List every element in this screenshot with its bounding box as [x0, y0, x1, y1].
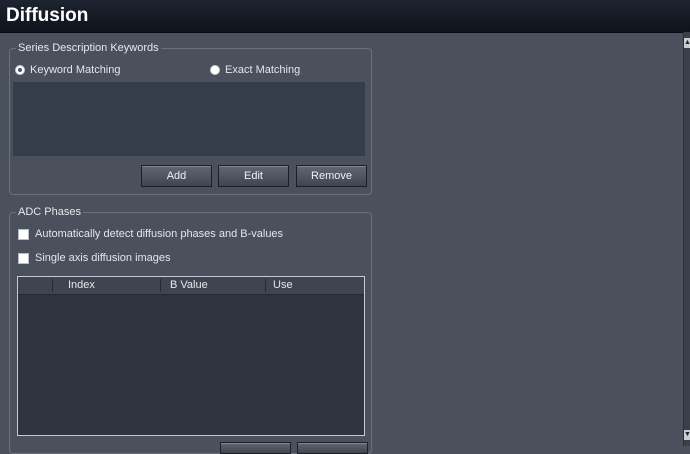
- vertical-scrollbar[interactable]: ▲ ▼: [683, 32, 690, 446]
- column-header-b-value[interactable]: B Value: [170, 277, 208, 294]
- adc-phases-group: ADC Phases Automatically detect diffusio…: [9, 206, 372, 454]
- title-bar: Diffusion: [0, 0, 690, 33]
- radio-checked-icon[interactable]: [15, 65, 25, 75]
- arrow-down-icon[interactable]: ▼: [684, 430, 690, 440]
- single-axis-label: Single axis diffusion images: [35, 252, 171, 264]
- keyword-matching-label: Keyword Matching: [30, 64, 121, 76]
- column-separator[interactable]: [265, 279, 266, 292]
- column-header-index[interactable]: Index: [68, 277, 95, 294]
- table-header: Index B Value Use: [18, 277, 364, 295]
- auto-detect-checkbox[interactable]: Automatically detect diffusion phases an…: [18, 227, 283, 241]
- column-separator[interactable]: [160, 279, 161, 292]
- remove-button[interactable]: Remove: [296, 165, 367, 187]
- series-description-legend: Series Description Keywords: [16, 42, 161, 54]
- keyword-list[interactable]: [13, 82, 365, 156]
- arrow-up-icon[interactable]: ▲: [684, 38, 690, 48]
- series-description-group: Series Description Keywords Keyword Matc…: [9, 42, 372, 195]
- partial-button-right[interactable]: [297, 442, 368, 454]
- window-title: Diffusion: [6, 5, 89, 26]
- checkbox-icon[interactable]: [18, 228, 29, 240]
- partial-button-left[interactable]: [220, 442, 291, 454]
- radio-unchecked-icon[interactable]: [210, 65, 220, 75]
- checkbox-icon[interactable]: [18, 252, 29, 264]
- single-axis-checkbox[interactable]: Single axis diffusion images: [18, 251, 171, 265]
- keyword-matching-radio[interactable]: Keyword Matching: [15, 63, 121, 77]
- edit-button[interactable]: Edit: [218, 165, 289, 187]
- auto-detect-label: Automatically detect diffusion phases an…: [35, 228, 284, 240]
- exact-matching-radio[interactable]: Exact Matching: [210, 63, 300, 77]
- adc-phases-legend: ADC Phases: [16, 206, 83, 218]
- add-button[interactable]: Add: [141, 165, 212, 187]
- column-separator[interactable]: [52, 279, 53, 292]
- adc-phases-table[interactable]: Index B Value Use: [17, 276, 365, 436]
- exact-matching-label: Exact Matching: [225, 64, 301, 76]
- column-header-use[interactable]: Use: [273, 277, 293, 294]
